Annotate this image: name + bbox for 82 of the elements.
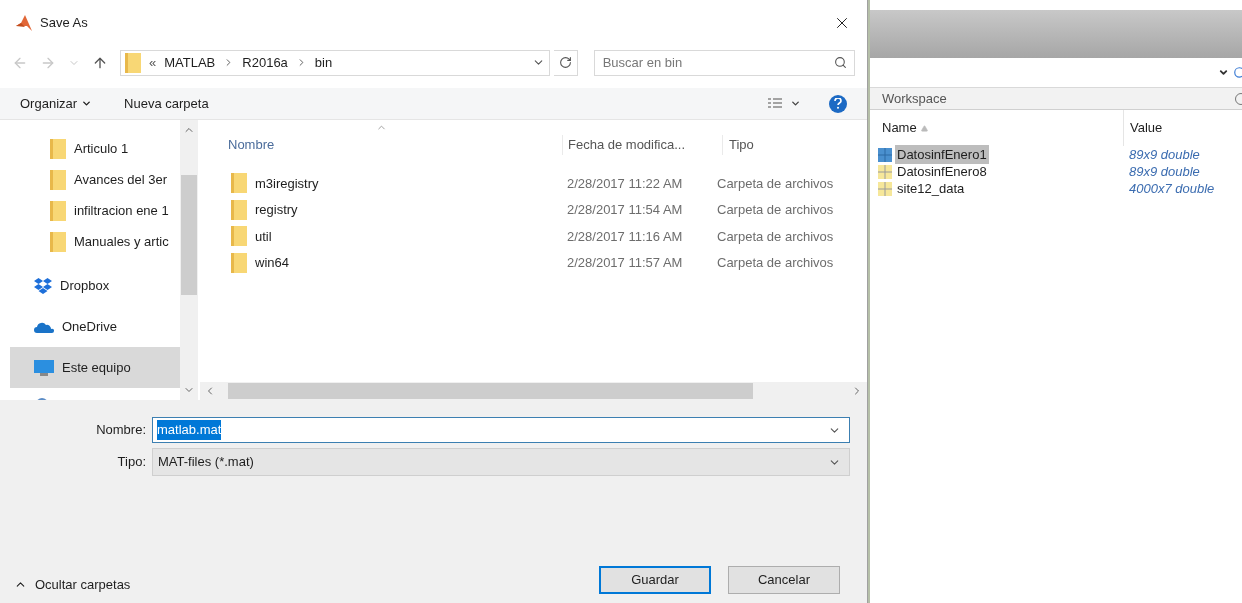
file-date: 2/28/2017 11:54 AM [566,201,684,219]
type-label: Tipo: [116,453,147,472]
file-type: Carpeta de archivos [717,201,834,219]
panel-title: Workspace [882,89,947,108]
hide-folders-toggle[interactable]: Ocultar carpetas [14,574,131,594]
dropdown-icon[interactable] [1218,67,1229,78]
file-type: Carpeta de archivos [717,254,834,272]
nav-item[interactable]: Dropbox [10,265,180,306]
cloud-icon [34,320,54,333]
variable-row[interactable]: site12_data 4000x7 double [870,180,1242,197]
caret-icon [81,98,93,109]
file-name: registry [255,201,298,219]
caret-icon [790,98,801,109]
folder-icon [50,169,66,190]
variable-value: 89x9 double [1128,162,1200,181]
search-icon [834,55,847,69]
column-header[interactable]: Value [1123,110,1163,146]
column-header[interactable]: Fecha de modifica... [562,135,722,155]
organize-menu[interactable]: Organizar [20,93,93,114]
folder-icon [125,52,141,73]
breadcrumb[interactable]: MATLAB [164,52,216,73]
nav-item[interactable]: Manuales y artic [10,226,180,257]
file-type-dropdown[interactable]: MAT-files (*.mat) [152,448,850,476]
file-name: util [255,227,272,246]
nav-item[interactable]: infiltracion ene 1 [10,195,180,226]
variable-name: DatosinfEnero8 [896,162,988,181]
monitor-icon [34,359,54,376]
column-header[interactable]: Tipo [722,135,754,155]
breadcrumb[interactable]: bin [314,52,333,73]
file-date: 2/28/2017 11:16 AM [566,227,684,246]
column-header[interactable]: Nombre [228,135,562,155]
file-name: win64 [255,254,289,272]
dialog-button[interactable]: Guardar [599,566,711,594]
logo-icon [16,14,32,31]
file-type: Carpeta de archivos [717,174,834,193]
nav-item[interactable]: Este equipo [10,347,180,388]
file-row[interactable]: util 2/28/2017 11:16 AM Carpeta de archivos [228,223,839,250]
variable-value: 4000x7 double [1128,179,1215,198]
details-view-icon [768,97,782,110]
variable-value: 89x9 double [1128,145,1200,164]
vertical-scrollbar[interactable] [180,120,198,400]
nav-item[interactable]: OneDrive [10,306,180,347]
filename-label: Nombre: [95,421,147,440]
refresh-icon [558,56,572,69]
file-type: Carpeta de archivos [717,227,834,246]
question-mark-icon [834,98,842,109]
file-row[interactable]: registry 2/28/2017 11:54 AM Carpeta de archivos [228,196,839,223]
overflow-chevron[interactable]: « [149,52,157,73]
dropbox-icon [34,277,52,294]
address-bar[interactable]: « MATLAB R2016a bin [120,49,551,76]
breadcrumb[interactable]: R2016a [242,52,288,73]
variable-row[interactable]: DatosinfEnero8 89x9 double [870,163,1242,180]
variable-row[interactable]: DatosinfEnero1 89x9 double [870,146,1242,163]
folder-icon [231,173,247,194]
filename-value: matlab.mat [157,420,222,440]
search-field[interactable]: Buscar en bin [593,49,855,76]
new-folder-button[interactable]: Nueva carpeta [124,93,209,114]
refresh-button[interactable] [554,49,578,76]
file-name: m3iregistry [255,174,319,193]
file-row[interactable]: win64 2/28/2017 11:57 AM Carpeta de archivos [228,249,839,276]
sort-icon [920,124,928,132]
folder-icon [231,226,247,247]
folder-icon [50,200,66,221]
window-title: Save As [40,13,88,32]
help-button[interactable] [829,94,847,113]
folder-icon [231,199,247,220]
variable-name: site12_data [896,179,966,198]
file-row[interactable]: m3iregistry 2/28/2017 11:22 AM Carpeta de archivos [228,170,839,197]
file-date: 2/28/2017 11:22 AM [566,174,684,193]
filename-field[interactable]: matlab.mat [152,417,850,443]
folder-icon [50,138,66,159]
variable-name: DatosinfEnero1 [895,144,989,165]
nav-item[interactable]: Articulo 1 [10,133,180,164]
folder-icon [231,252,247,273]
file-date: 2/28/2017 11:57 AM [566,254,684,272]
horizontal-scrollbar[interactable] [200,382,867,400]
file-type-value: MAT-files (*.mat) [158,453,254,472]
view-options-button[interactable] [768,97,801,110]
nav-item[interactable]: Avances del 3er [10,164,180,195]
column-header[interactable]: Name [870,118,1123,138]
dialog-button[interactable]: Cancelar [728,566,840,594]
folder-icon [50,231,66,252]
